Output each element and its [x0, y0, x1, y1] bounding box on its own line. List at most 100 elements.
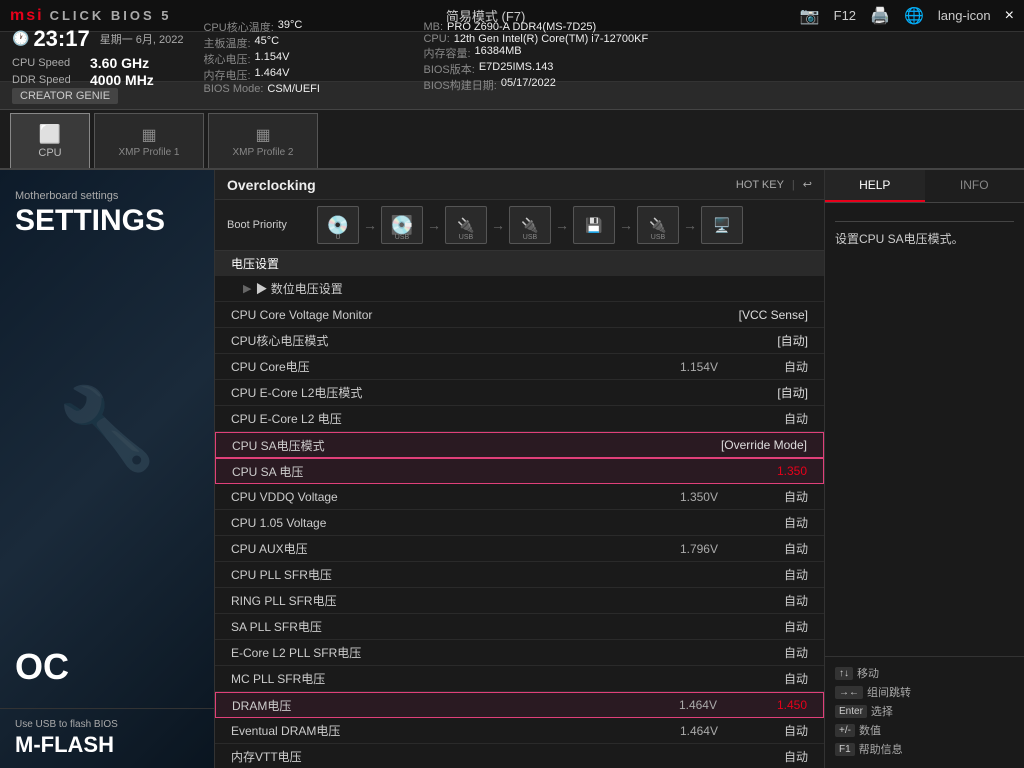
- boot-device-2[interactable]: 🔌USB: [445, 206, 487, 244]
- settings-row-value: 自动: [728, 514, 808, 531]
- settings-row-name: CPU 1.05 Voltage: [231, 516, 728, 530]
- settings-row[interactable]: RING PLL SFR电压自动: [215, 588, 824, 614]
- settings-row[interactable]: CPU 1.05 Voltage自动: [215, 510, 824, 536]
- boot-priority-section: Boot Priority 💿U → 💽USB → 🔌USB → 🔌USB → …: [215, 200, 824, 251]
- settings-row[interactable]: 内存VTT电压自动: [215, 744, 824, 768]
- key-hint: +/-: [835, 724, 855, 737]
- right-help-content: 设置CPU SA电压模式。: [825, 203, 1024, 656]
- settings-row-value: [VCC Sense]: [728, 308, 808, 322]
- settings-row[interactable]: E-Core L2 PLL SFR电压自动: [215, 640, 824, 666]
- sidebar-settings-label: Motherboard settings: [15, 190, 199, 202]
- tab-xmp2[interactable]: ▦ XMP Profile 2: [208, 113, 318, 168]
- tab-cpu[interactable]: ⬜ CPU: [10, 113, 90, 168]
- help-text: 设置CPU SA电压模式。: [835, 232, 964, 246]
- boot-device-1[interactable]: 💽USB: [381, 206, 423, 244]
- settings-row-value: 自动: [728, 566, 808, 583]
- footer-row: Enter选择: [835, 703, 1014, 719]
- creator-genie-label[interactable]: CREATOR GENIE: [12, 88, 118, 104]
- boot-device-0[interactable]: 💿U: [317, 206, 359, 244]
- sysinfo-val: 05/17/2022: [501, 77, 556, 93]
- boot-device-6[interactable]: 🖥️: [701, 206, 743, 244]
- settings-row[interactable]: CPU Core电压1.154V自动: [215, 354, 824, 380]
- right-tabs: HELP INFO: [825, 170, 1024, 203]
- settings-row-value: 自动: [728, 748, 808, 765]
- sidebar-oc-section[interactable]: OC: [0, 626, 214, 708]
- settings-row[interactable]: MC PLL SFR电压自动: [215, 666, 824, 692]
- settings-row-value-left: 1.350V: [638, 490, 718, 504]
- main-layout: 🔧 Motherboard settings SETTINGS OC Use U…: [0, 170, 1024, 768]
- settings-row-name: CPU SA 电压: [232, 463, 727, 480]
- cpu-tab-label: CPU: [38, 147, 61, 159]
- sysinfo-item: BIOS构建日期: 05/17/2022: [423, 77, 1012, 93]
- sysinfo-item: 核心电压:1.154V: [203, 51, 403, 67]
- expand-arrow-icon: ▶: [243, 282, 251, 295]
- tab-help[interactable]: HELP: [825, 170, 925, 202]
- back-icon[interactable]: ↩: [803, 178, 812, 191]
- settings-row[interactable]: CPU PLL SFR电压自动: [215, 562, 824, 588]
- settings-row[interactable]: CPU E-Core L2 电压自动: [215, 406, 824, 432]
- header-time: 23:17: [33, 26, 89, 52]
- settings-row[interactable]: CPU VDDQ Voltage1.350V自动: [215, 484, 824, 510]
- sysinfo-val: PRO Z690-A DDR4(MS-7D25): [447, 21, 596, 33]
- voltage-section-header: 电压设置: [215, 251, 824, 276]
- settings-row[interactable]: CPU E-Core L2电压模式[自动]: [215, 380, 824, 406]
- sysinfo-val: E7D25IMS.143: [479, 61, 554, 77]
- xmp1-tab-label: XMP Profile 1: [119, 147, 180, 158]
- sysinfo-item: BIOS Mode: CSM/UEFI: [203, 83, 403, 95]
- key-desc: 选择: [871, 703, 893, 719]
- settings-row-name: 内存VTT电压: [231, 748, 728, 765]
- boot-priority-label: Boot Priority: [227, 219, 307, 231]
- settings-row[interactable]: CPU AUX电压1.796V自动: [215, 536, 824, 562]
- sysinfo-val: 12th Gen Intel(R) Core(TM) i7-12700KF: [454, 33, 648, 45]
- settings-row[interactable]: CPU Core Voltage Monitor[VCC Sense]: [215, 302, 824, 328]
- settings-row[interactable]: DRAM电压1.464V1.450: [215, 692, 824, 718]
- footer-row: F1帮助信息: [835, 741, 1014, 757]
- settings-row-name: E-Core L2 PLL SFR电压: [231, 644, 728, 661]
- sysinfo-item: CPU核心温度:39°C: [203, 19, 403, 35]
- boot-device-5[interactable]: 🔌USB: [637, 206, 679, 244]
- hotkey-divider: |: [792, 179, 795, 191]
- right-footer: ↑↓移动→←组间跳转Enter选择+/-数值F1帮助信息: [825, 656, 1024, 768]
- settings-row-value-right: 1.450: [727, 698, 807, 712]
- main-content: Overclocking HOT KEY | ↩ Boot Priority 💿…: [215, 170, 824, 768]
- sysinfo-key: 核心电压:: [203, 51, 250, 67]
- settings-row-value-right: 自动: [728, 540, 808, 557]
- settings-row-name: CPU核心电压模式: [231, 332, 728, 349]
- sysinfo-key: 内存容量:: [423, 45, 470, 61]
- sysinfo-key: BIOS构建日期:: [423, 77, 496, 93]
- sysinfo-val: 16384MB: [475, 45, 522, 61]
- settings-row[interactable]: Eventual DRAM电压1.464V自动: [215, 718, 824, 744]
- settings-row-name: RING PLL SFR电压: [231, 592, 728, 609]
- sysinfo-left: CPU核心温度:39°C主板温度:45°C核心电压:1.154V内存电压:1.4…: [203, 19, 403, 95]
- xmp2-tab-label: XMP Profile 2: [233, 147, 294, 158]
- sysinfo-key: BIOS Mode:: [203, 83, 263, 95]
- footer-row: →← 组间跳转: [835, 684, 1014, 700]
- sidebar-settings-title: SETTINGS: [15, 206, 199, 236]
- key-hint: →←: [835, 686, 863, 699]
- sidebar-mflash-section[interactable]: Use USB to flash BIOS M-FLASH: [0, 708, 214, 768]
- sysinfo-right: MB:PRO Z690-A DDR4(MS-7D25)CPU:12th Gen …: [423, 21, 1012, 93]
- sysinfo-key: CPU:: [423, 33, 449, 45]
- tab-info[interactable]: INFO: [925, 170, 1024, 202]
- key-desc: 组间跳转: [867, 684, 911, 700]
- key-hint: F1: [835, 743, 855, 756]
- ddr-speed-value: 4000 MHz: [90, 72, 154, 88]
- settings-row-name: Eventual DRAM电压: [231, 722, 638, 739]
- settings-row-name: CPU PLL SFR电压: [231, 566, 728, 583]
- right-divider: [835, 221, 1014, 222]
- settings-row-value: 1.350: [727, 464, 807, 478]
- settings-row[interactable]: CPU SA 电压1.350: [215, 458, 824, 484]
- settings-row[interactable]: CPU SA电压模式[Override Mode]: [215, 432, 824, 458]
- settings-row[interactable]: SA PLL SFR电压自动: [215, 614, 824, 640]
- boot-arrow-2: →: [427, 217, 441, 233]
- bios-title: CLICK BIOS 5: [50, 8, 172, 23]
- settings-row[interactable]: CPU核心电压模式[自动]: [215, 328, 824, 354]
- boot-device-3[interactable]: 🔌USB: [509, 206, 551, 244]
- hotkey-bar: HOT KEY | ↩: [736, 178, 812, 191]
- tab-xmp1[interactable]: ▦ XMP Profile 1: [94, 113, 204, 168]
- sysinfo-val: CSM/UEFI: [267, 83, 320, 95]
- cpu-speed-row: CPU Speed 3.60 GHz: [12, 55, 183, 71]
- boot-arrow-1: →: [363, 217, 377, 233]
- digital-section-row[interactable]: ▶ ▶ 数位电压设置: [215, 276, 824, 302]
- boot-device-4[interactable]: 💾: [573, 206, 615, 244]
